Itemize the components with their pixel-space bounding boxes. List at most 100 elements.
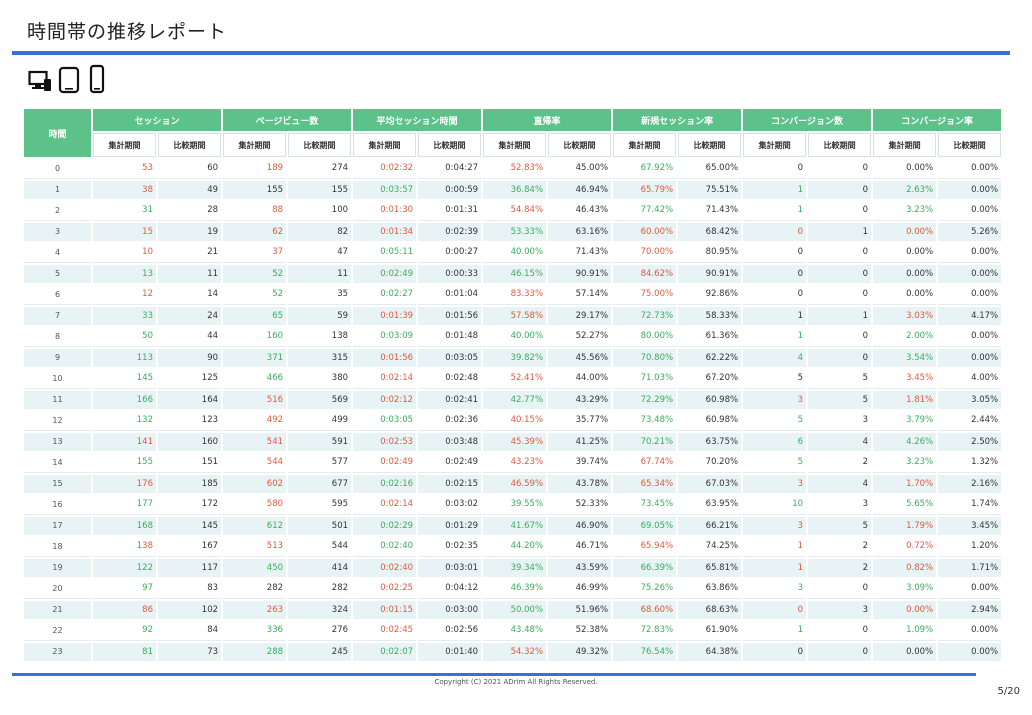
hour-cell: 9 bbox=[24, 348, 91, 367]
table-row: 4 10 21 37 47 0:05:11 0:00:27 40.00% 71.43% 70.00… bbox=[24, 243, 1002, 263]
table-cell: 1.32% bbox=[938, 453, 1002, 473]
table-cell: 0:04:27 bbox=[418, 159, 482, 179]
table-cell: 82 bbox=[288, 222, 352, 241]
table-cell: 151 bbox=[158, 453, 222, 473]
table-cell: 0.00% bbox=[938, 243, 1002, 263]
hour-cell: 1 bbox=[24, 180, 91, 199]
table-cell: 35 bbox=[288, 285, 352, 305]
table-cell: 43.48% bbox=[483, 621, 547, 641]
title-divider bbox=[12, 51, 1010, 55]
table-cell: 43.29% bbox=[548, 390, 612, 409]
table-cell: 0:01:48 bbox=[418, 327, 482, 347]
table-cell: 466 bbox=[223, 369, 287, 389]
sub-header-current: 集計期間 bbox=[613, 133, 677, 157]
table-cell: 0.00% bbox=[938, 579, 1002, 599]
table-cell: 0:02:53 bbox=[353, 432, 417, 451]
table-cell: 92.86% bbox=[678, 285, 742, 305]
table-cell: 11 bbox=[158, 264, 222, 283]
table-cell: 42.77% bbox=[483, 390, 547, 409]
table-cell: 52.33% bbox=[548, 495, 612, 515]
table-cell: 4 bbox=[808, 474, 872, 493]
table-cell: 50.00% bbox=[483, 600, 547, 619]
table-cell: 0.00% bbox=[938, 159, 1002, 179]
sub-header-compare: 比較期間 bbox=[808, 133, 872, 157]
table-cell: 3.79% bbox=[873, 411, 937, 431]
table-cell: 97 bbox=[93, 579, 156, 599]
table-row: 17 168 145 612 501 0:02:29 0:01:29 41.67% 46.90%… bbox=[24, 516, 1002, 535]
table-cell: 54.32% bbox=[483, 642, 547, 661]
table-cell: 81 bbox=[93, 642, 156, 661]
table-cell: 39.82% bbox=[483, 348, 547, 367]
table-cell: 0.82% bbox=[873, 558, 937, 577]
table-cell: 2.00% bbox=[873, 327, 937, 347]
table-cell: 39.34% bbox=[483, 558, 547, 577]
tablet-icon bbox=[58, 66, 80, 94]
table-cell: 1 bbox=[743, 306, 807, 325]
hour-cell: 5 bbox=[24, 264, 91, 283]
table-cell: 166 bbox=[93, 390, 156, 409]
table-cell: 75.51% bbox=[678, 180, 742, 199]
table-cell: 282 bbox=[223, 579, 287, 599]
table-cell: 43.78% bbox=[548, 474, 612, 493]
table-cell: 0:02:29 bbox=[353, 516, 417, 535]
hour-cell: 15 bbox=[24, 474, 91, 493]
table-cell: 54.84% bbox=[483, 201, 547, 221]
hour-cell: 13 bbox=[24, 432, 91, 451]
table-cell: 0 bbox=[743, 222, 807, 241]
table-cell: 1 bbox=[743, 537, 807, 557]
sub-header-compare: 比較期間 bbox=[288, 133, 352, 157]
table-cell: 1.81% bbox=[873, 390, 937, 409]
table-cell: 0:00:33 bbox=[418, 264, 482, 283]
table-cell: 41.25% bbox=[548, 432, 612, 451]
table-cell: 3 bbox=[743, 390, 807, 409]
table-cell: 0:02:32 bbox=[353, 159, 417, 179]
table-cell: 40.15% bbox=[483, 411, 547, 431]
table-cell: 65.34% bbox=[613, 474, 677, 493]
table-cell: 3 bbox=[808, 411, 872, 431]
table-cell: 0:03:48 bbox=[418, 432, 482, 451]
table-cell: 1.09% bbox=[873, 621, 937, 641]
table-cell: 21 bbox=[158, 243, 222, 263]
table-cell: 167 bbox=[158, 537, 222, 557]
table-cell: 0 bbox=[808, 264, 872, 283]
table-cell: 544 bbox=[223, 453, 287, 473]
table-cell: 0.00% bbox=[938, 180, 1002, 199]
table-cell: 0:05:11 bbox=[353, 243, 417, 263]
table-cell: 73 bbox=[158, 642, 222, 661]
table-cell: 44 bbox=[158, 327, 222, 347]
table-cell: 52.38% bbox=[548, 621, 612, 641]
table-cell: 0.00% bbox=[938, 264, 1002, 283]
table-cell: 84.62% bbox=[613, 264, 677, 283]
sub-header-current: 集計期間 bbox=[223, 133, 287, 157]
table-cell: 0 bbox=[808, 348, 872, 367]
table-cell: 43.23% bbox=[483, 453, 547, 473]
table-cell: 132 bbox=[93, 411, 156, 431]
table-cell: 10 bbox=[93, 243, 156, 263]
table-cell: 60.98% bbox=[678, 390, 742, 409]
table-cell: 3.05% bbox=[938, 390, 1002, 409]
table-cell: 90.91% bbox=[548, 264, 612, 283]
group-header-sessions: セッション bbox=[93, 109, 222, 131]
table-cell: 569 bbox=[288, 390, 352, 409]
table-cell: 160 bbox=[158, 432, 222, 451]
table-cell: 276 bbox=[288, 621, 352, 641]
table-cell: 0.00% bbox=[873, 285, 937, 305]
table-cell: 0.00% bbox=[873, 642, 937, 661]
table-cell: 0:02:56 bbox=[418, 621, 482, 641]
table-cell: 45.56% bbox=[548, 348, 612, 367]
table-cell: 40.00% bbox=[483, 327, 547, 347]
table-cell: 50 bbox=[93, 327, 156, 347]
table-cell: 263 bbox=[223, 600, 287, 619]
table-cell: 46.99% bbox=[548, 579, 612, 599]
table-row: 0 53 60 189 274 0:02:32 0:04:27 52.83% 45.00% 67.… bbox=[24, 159, 1002, 179]
table-cell: 0:01:31 bbox=[418, 201, 482, 221]
table-cell: 0:02:35 bbox=[418, 537, 482, 557]
table-cell: 0:02:27 bbox=[353, 285, 417, 305]
table-cell: 0.00% bbox=[938, 201, 1002, 221]
table-cell: 0:01:56 bbox=[353, 348, 417, 367]
table-cell: 155 bbox=[223, 180, 287, 199]
hour-cell: 3 bbox=[24, 222, 91, 241]
table-cell: 92 bbox=[93, 621, 156, 641]
table-cell: 145 bbox=[158, 516, 222, 535]
sub-header-compare: 比較期間 bbox=[678, 133, 742, 157]
